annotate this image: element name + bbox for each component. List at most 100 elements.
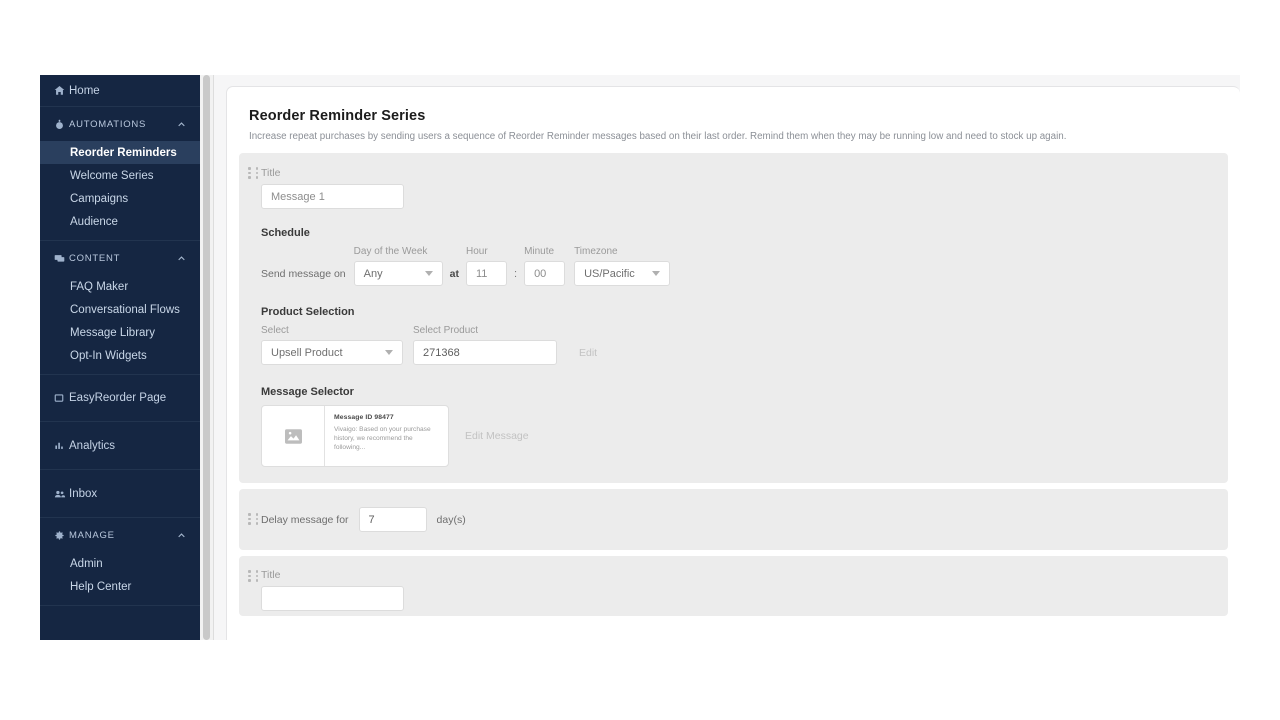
edit-product-link[interactable]: Edit xyxy=(579,347,597,359)
timezone-label: Timezone xyxy=(574,246,670,257)
sidebar-item-inbox[interactable]: Inbox xyxy=(40,470,200,517)
sidebar-group-inbox: Inbox xyxy=(40,470,200,518)
hour-input[interactable]: 11 xyxy=(466,261,507,286)
schedule-row: Send message on Day of the Week Any at H… xyxy=(261,246,1228,286)
product-type-select[interactable]: Upsell Product xyxy=(261,340,403,365)
product-selection-row: Select Upsell Product Select Product 271… xyxy=(261,325,1228,365)
chevron-up-icon xyxy=(177,120,186,129)
sidebar-item-home[interactable]: Home xyxy=(40,75,200,106)
chat-icon xyxy=(54,253,69,264)
minute-input[interactable]: 00 xyxy=(524,261,565,286)
delay-label: Delay message for xyxy=(261,514,349,526)
hour-label: Hour xyxy=(466,246,507,257)
product-id-input[interactable]: 271368 xyxy=(413,340,557,365)
sidebar-item-campaigns[interactable]: Campaigns xyxy=(40,187,200,210)
page-scrollbar[interactable] xyxy=(200,75,214,640)
minute-field: Minute 00 xyxy=(524,246,565,286)
sidebar-group-analytics: Analytics xyxy=(40,422,200,470)
main-content: Reorder Reminder Series Increase repeat … xyxy=(214,75,1240,640)
at-label: at xyxy=(450,268,459,280)
drag-handle[interactable] xyxy=(248,167,260,179)
sidebar-group-content: CONTENT FAQ Maker Conversational Flows M… xyxy=(40,241,200,375)
timezone-select[interactable]: US/Pacific xyxy=(574,261,670,286)
sidebar-item-opt-in-widgets[interactable]: Opt-In Widgets xyxy=(40,344,200,367)
gear-icon xyxy=(54,530,69,541)
sidebar-group-manage-label: MANAGE xyxy=(69,530,177,541)
hour-field: Hour 11 xyxy=(466,246,507,286)
app-window: Home AUTOMATIONS Reorder Reminders Welco… xyxy=(40,75,1240,640)
timezone-field: Timezone US/Pacific xyxy=(574,246,670,286)
product-type-field: Select Upsell Product xyxy=(261,325,403,365)
message-selector-heading: Message Selector xyxy=(261,386,1228,398)
day-of-week-label: Day of the Week xyxy=(354,246,443,257)
next-title-input[interactable] xyxy=(261,586,404,611)
sidebar-item-faq-maker[interactable]: FAQ Maker xyxy=(40,275,200,298)
page-scrollbar-thumb[interactable] xyxy=(203,75,210,640)
minute-label: Minute xyxy=(524,246,565,257)
message-selector-row: Message ID 98477 Vivaigo: Based on your … xyxy=(261,405,1228,467)
bar-chart-icon xyxy=(54,440,69,451)
chevron-up-icon xyxy=(177,254,186,263)
select-label: Select xyxy=(261,325,403,336)
day-of-week-select[interactable]: Any xyxy=(354,261,443,286)
message-preview-card[interactable]: Message ID 98477 Vivaigo: Based on your … xyxy=(261,405,449,467)
message-id: Message ID 98477 xyxy=(334,414,439,421)
sidebar-item-audience[interactable]: Audience xyxy=(40,210,200,233)
send-message-on-label: Send message on xyxy=(261,268,346,280)
automation-icon xyxy=(54,119,69,130)
sidebar-item-inbox-label: Inbox xyxy=(69,488,97,500)
drag-handle[interactable] xyxy=(248,513,260,525)
product-selection-heading: Product Selection xyxy=(261,306,1228,318)
content-panel: Reorder Reminder Series Increase repeat … xyxy=(226,86,1240,640)
sidebar-group-automations-label: AUTOMATIONS xyxy=(69,119,177,130)
message-card: Title Message 1 Schedule Send message on… xyxy=(239,153,1228,483)
page-icon xyxy=(54,393,69,403)
sidebar-item-reorder-reminders[interactable]: Reorder Reminders xyxy=(40,141,200,164)
sidebar-item-welcome-series[interactable]: Welcome Series xyxy=(40,164,200,187)
edit-message-link[interactable]: Edit Message xyxy=(465,430,529,442)
page-description: Increase repeat purchases by sending use… xyxy=(249,130,1218,143)
sidebar-item-analytics-label: Analytics xyxy=(69,440,115,452)
panel-header: Reorder Reminder Series Increase repeat … xyxy=(227,87,1240,153)
chevron-down-icon xyxy=(425,271,433,276)
chevron-down-icon xyxy=(385,350,393,355)
sidebar: Home AUTOMATIONS Reorder Reminders Welco… xyxy=(40,75,200,640)
product-id-field: Select Product 271368 xyxy=(413,325,557,365)
day-of-week-value: Any xyxy=(364,268,383,280)
next-title-label: Title xyxy=(261,569,1228,581)
next-message-card: Title xyxy=(239,556,1228,616)
sidebar-item-easyreorder-page[interactable]: EasyReorder Page xyxy=(40,375,200,421)
chevron-up-icon xyxy=(177,531,186,540)
sidebar-item-home-label: Home xyxy=(69,85,100,97)
sidebar-group-manage-header[interactable]: MANAGE xyxy=(40,518,200,552)
sidebar-group-automations-header[interactable]: AUTOMATIONS xyxy=(40,107,200,141)
title-label: Title xyxy=(261,167,1228,179)
product-type-value: Upsell Product xyxy=(271,347,343,359)
home-icon xyxy=(54,85,69,96)
page-title: Reorder Reminder Series xyxy=(249,108,1218,124)
sidebar-item-admin[interactable]: Admin xyxy=(40,552,200,575)
sidebar-group-easyreorder: EasyReorder Page xyxy=(40,375,200,422)
sidebar-group-manage: MANAGE Admin Help Center xyxy=(40,518,200,606)
sidebar-group-automations: AUTOMATIONS Reorder Reminders Welcome Se… xyxy=(40,107,200,241)
message-preview-text: Vivaigo: Based on your purchase history,… xyxy=(334,425,439,452)
title-input[interactable]: Message 1 xyxy=(261,184,404,209)
sidebar-item-easyreorder-page-label: EasyReorder Page xyxy=(69,392,166,404)
drag-handle[interactable] xyxy=(248,570,260,582)
sidebar-group-content-label: CONTENT xyxy=(69,253,177,264)
sidebar-item-message-library[interactable]: Message Library xyxy=(40,321,200,344)
schedule-heading: Schedule xyxy=(261,227,1228,239)
select-product-label: Select Product xyxy=(413,325,557,336)
delay-card: Delay message for 7 day(s) xyxy=(239,489,1228,550)
message-preview-body: Message ID 98477 Vivaigo: Based on your … xyxy=(325,406,448,466)
people-icon xyxy=(54,488,69,500)
time-colon: : xyxy=(514,268,517,280)
sidebar-item-conversational-flows[interactable]: Conversational Flows xyxy=(40,298,200,321)
delay-input[interactable]: 7 xyxy=(359,507,427,532)
timezone-value: US/Pacific xyxy=(584,268,635,280)
image-placeholder-icon xyxy=(262,406,325,466)
sidebar-item-help-center[interactable]: Help Center xyxy=(40,575,200,598)
sidebar-group-content-header[interactable]: CONTENT xyxy=(40,241,200,275)
day-of-week-field: Day of the Week Any xyxy=(354,246,443,286)
sidebar-item-analytics[interactable]: Analytics xyxy=(40,422,200,469)
